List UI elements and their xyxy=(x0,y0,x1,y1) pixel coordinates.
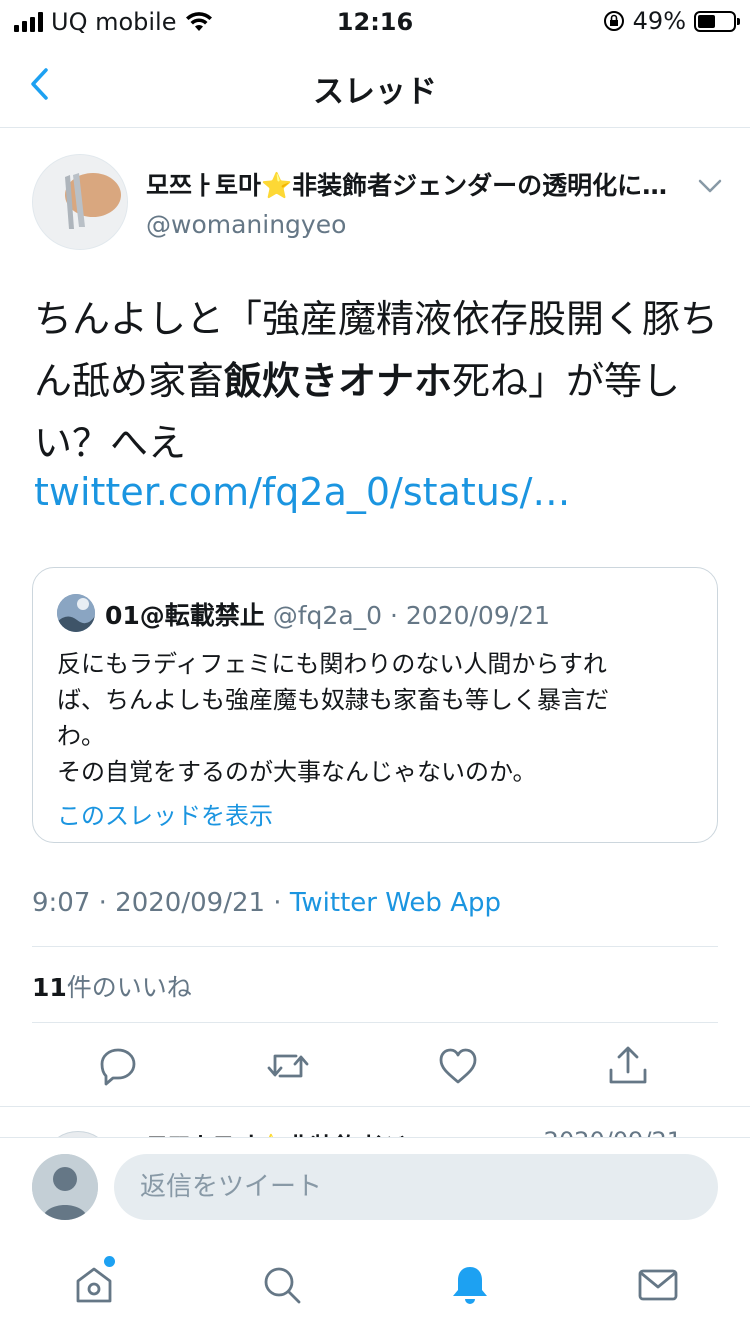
tweet-text-bold: 飯炊きオナホ xyxy=(224,359,453,403)
quoted-tweet-card[interactable]: 01@転載禁止 @fq2a_0 · 2020/09/21 反にもラディフェミにも… xyxy=(32,567,718,843)
reply-input[interactable] xyxy=(114,1154,718,1220)
battery-percent: 49% xyxy=(632,7,686,35)
user-avatar[interactable] xyxy=(32,1154,98,1220)
search-icon[interactable] xyxy=(260,1263,304,1307)
like-icon[interactable] xyxy=(436,1044,480,1088)
nav-bar: スレッド xyxy=(0,44,750,128)
quoted-line: ば、ちんよしも強産魔も奴隷も家畜も等しく暴言だ xyxy=(57,686,609,714)
rotation-lock-icon xyxy=(603,11,624,31)
page-title: スレッド xyxy=(313,74,437,110)
notifications-icon[interactable] xyxy=(448,1263,492,1307)
messages-icon[interactable] xyxy=(636,1263,680,1307)
retweet-icon[interactable] xyxy=(266,1044,310,1088)
quoted-name: 01@転載禁止 xyxy=(105,601,265,630)
tweet-link[interactable]: twitter.com/fq2a_0/status/… xyxy=(34,470,570,514)
show-thread-link[interactable]: このスレッドを表示 xyxy=(57,796,273,831)
quoted-header: 01@転載禁止 @fq2a_0 · 2020/09/21 xyxy=(105,596,550,632)
tweet-actions xyxy=(0,1044,750,1088)
quoted-body: 反にもラディフェミにも関わりのない人間からすれ ば、ちんよしも強産魔も奴隷も家畜… xyxy=(57,646,697,790)
share-icon[interactable] xyxy=(606,1044,650,1088)
divider xyxy=(32,946,718,947)
quoted-line: わ。 xyxy=(57,722,105,750)
author-display-name: 모쯔ㅏ토마⭐️非装飾者ジェンダーの透明化に… xyxy=(146,171,668,200)
reply-date: 2020/09/21 xyxy=(544,1127,682,1137)
battery-fill xyxy=(698,14,715,28)
reply-composer xyxy=(0,1137,750,1233)
tweet-timestamp: 9:07 · 2020/09/21 · Twitter Web App xyxy=(32,888,501,918)
tab-bar xyxy=(0,1233,750,1334)
status-bar: UQ mobile 12:16 49% xyxy=(0,0,750,44)
likes-count[interactable]: 11件のいいね xyxy=(32,968,192,1004)
tweet-source-app[interactable]: Twitter Web App xyxy=(290,888,501,918)
battery-icon xyxy=(694,10,740,32)
quoted-line: 反にもラディフェミにも関わりのない人間からすれ xyxy=(57,650,607,678)
tweet-time: 9:07 · 2020/09/21 · xyxy=(32,888,290,918)
divider xyxy=(32,1022,718,1023)
author-info[interactable]: 모쯔ㅏ토마⭐️非装飾者ジェンダーの透明化に… @womaningyeo xyxy=(146,166,686,239)
author-avatar[interactable] xyxy=(32,154,128,250)
author-handle: @womaningyeo xyxy=(146,210,347,239)
next-reply-peek[interactable]: 모쯔ㅏ토마⭐️非装飾者ジェン… 2020/09/21 xyxy=(0,1107,750,1137)
quoted-line: その自覚をするのが大事なんじゃないのか。 xyxy=(57,758,537,786)
tweet-text: ちんよしと「強産魔精液依存股開く豚ちん舐め家畜飯炊きオナホ死ね」が等しい？へえ xyxy=(34,288,724,474)
quoted-avatar xyxy=(57,594,95,632)
reply-author-name: 모쯔ㅏ토마⭐️非装飾者ジェン… xyxy=(146,1127,478,1137)
avatar-image xyxy=(33,155,127,249)
home-icon[interactable] xyxy=(72,1263,116,1307)
home-new-indicator xyxy=(104,1256,115,1267)
likes-label: 件のいいね xyxy=(66,973,192,1002)
quoted-meta: @fq2a_0 · 2020/09/21 xyxy=(264,601,550,630)
chevron-down-icon[interactable] xyxy=(694,172,726,200)
reply-icon[interactable] xyxy=(96,1044,140,1088)
likes-number: 11 xyxy=(32,973,67,1002)
status-right: 49% xyxy=(603,7,740,35)
